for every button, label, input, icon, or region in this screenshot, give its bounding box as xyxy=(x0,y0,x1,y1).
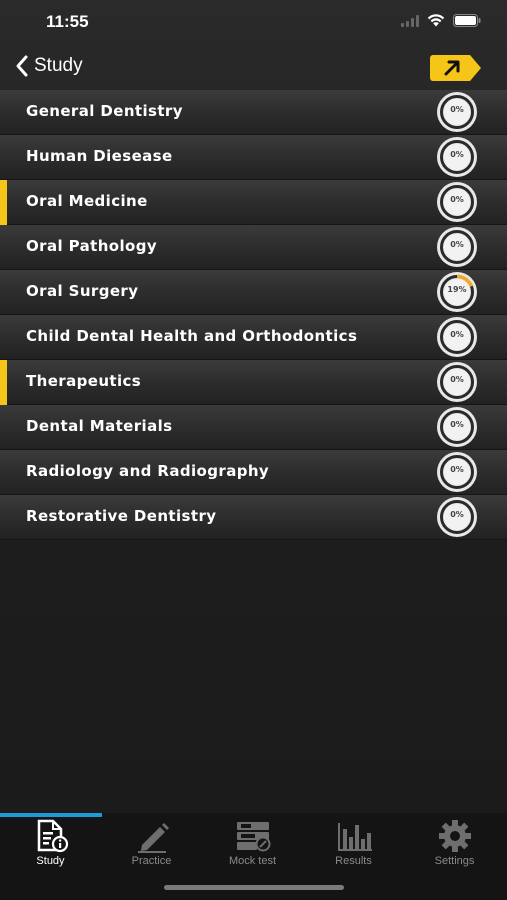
list-item[interactable]: Human Diesease 0% xyxy=(0,135,507,180)
progress-percent: 19% xyxy=(447,285,467,294)
tab-mock-test-label: Mock test xyxy=(228,855,277,867)
tab-study[interactable]: Study xyxy=(0,819,101,879)
study-document-icon xyxy=(37,819,68,853)
status-icons xyxy=(401,14,481,27)
subject-label: Restorative Dentistry xyxy=(26,507,217,525)
progress-ring: 0% xyxy=(432,181,482,223)
list-item[interactable]: Child Dental Health and Orthodontics 0% xyxy=(0,315,507,360)
chevron-left-icon xyxy=(16,55,28,77)
list-item[interactable]: Therapeutics 0% xyxy=(0,360,507,405)
bar-chart-icon xyxy=(337,823,372,851)
back-label: Study xyxy=(34,55,83,76)
subject-label: Radiology and Radiography xyxy=(26,462,270,480)
subject-list: General Dentistry 0% Human Diesease 0% Oral … xyxy=(0,90,507,540)
active-tab-indicator xyxy=(0,813,102,817)
list-item[interactable]: Dental Materials 0% xyxy=(0,405,507,450)
progress-ring: 0% xyxy=(432,496,482,538)
progress-percent: 0% xyxy=(450,420,464,429)
tab-practice[interactable]: Practice xyxy=(101,819,202,879)
subject-label: Human Diesease xyxy=(26,147,173,165)
progress-ring: 0% xyxy=(432,406,482,448)
progress-percent: 0% xyxy=(450,150,464,159)
progress-percent: 0% xyxy=(450,510,464,519)
progress-ring: 0% xyxy=(432,361,482,403)
tab-results-label: Results xyxy=(335,855,372,867)
progress-ring: 0% xyxy=(432,91,482,133)
progress-percent: 0% xyxy=(450,375,464,384)
battery-icon xyxy=(453,14,481,27)
progress-percent: 0% xyxy=(450,195,464,204)
navigation-bar: Study xyxy=(0,48,507,88)
progress-ring: 0% xyxy=(432,316,482,358)
back-button[interactable]: Study xyxy=(14,54,83,78)
pencil-icon xyxy=(137,823,169,853)
subject-label: Child Dental Health and Orthodontics xyxy=(26,327,358,345)
list-item[interactable]: General Dentistry 0% xyxy=(0,90,507,135)
progress-ring: 0% xyxy=(432,136,482,178)
subject-label: Oral Medicine xyxy=(26,192,148,210)
list-item[interactable]: Oral Surgery 19% xyxy=(0,270,507,315)
progress-percent: 0% xyxy=(450,330,464,339)
home-indicator xyxy=(164,885,344,890)
subject-label: Oral Pathology xyxy=(26,237,158,255)
subject-label: General Dentistry xyxy=(26,102,183,120)
tab-settings-label: Settings xyxy=(434,855,475,867)
list-item[interactable]: Oral Pathology 0% xyxy=(0,225,507,270)
tab-mock-test[interactable]: Mock test xyxy=(202,819,303,879)
progress-ring: 0% xyxy=(432,226,482,268)
subject-label: Oral Surgery xyxy=(26,282,139,300)
tab-results[interactable]: Results xyxy=(303,819,404,879)
tab-practice-label: Practice xyxy=(131,855,172,867)
mock-test-icon xyxy=(236,822,270,852)
progress-percent: 0% xyxy=(450,105,464,114)
tab-settings[interactable]: Settings xyxy=(404,819,505,879)
progress-percent: 0% xyxy=(450,465,464,474)
gear-icon xyxy=(438,820,471,852)
signal-icon xyxy=(401,14,419,27)
list-item[interactable]: Restorative Dentistry 0% xyxy=(0,495,507,540)
subject-label: Therapeutics xyxy=(26,372,142,390)
list-item[interactable]: Radiology and Radiography 0% xyxy=(0,450,507,495)
status-bar: 11:55 xyxy=(0,0,507,44)
list-item[interactable]: Oral Medicine 0% xyxy=(0,180,507,225)
progress-ring: 0% xyxy=(432,451,482,493)
progress-ring: 19% xyxy=(432,271,482,313)
share-arrow-icon xyxy=(430,55,481,81)
subject-label: Dental Materials xyxy=(26,417,173,435)
share-button[interactable] xyxy=(430,55,482,81)
tab-study-label: Study xyxy=(36,855,65,867)
wifi-icon xyxy=(427,14,445,27)
progress-percent: 0% xyxy=(450,240,464,249)
status-time: 11:55 xyxy=(46,12,89,31)
